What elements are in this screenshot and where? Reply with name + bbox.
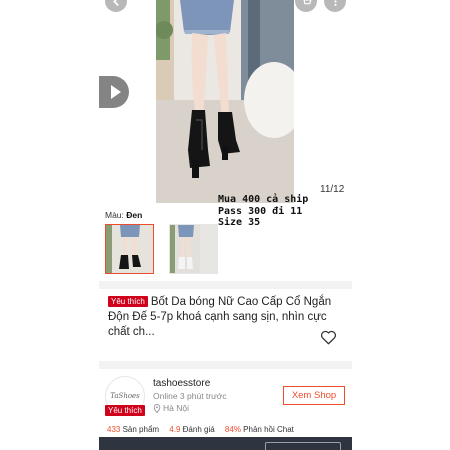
product-title: Yêu thích Bốt Da bóng Nữ Cao Cấp Cổ Ngắn … [108,295,348,340]
more-icon [333,0,337,6]
shop-avatar-logo: TaShoes [110,392,140,400]
shop-location-text: Hà Nội [163,403,189,413]
stat-label: Đánh giá [182,425,215,434]
stat-rating: 4.9 Đánh giá [169,425,214,434]
shop-online-status: Online 3 phút trước [153,391,227,401]
product-photo-illustration [156,0,294,203]
cart-icon [303,0,311,4]
stat-chat-response: 84% Phản hồi Chat [225,425,294,434]
stat-label: Phản hồi Chat [243,425,294,434]
section-divider [99,281,352,289]
shop-name[interactable]: tashoesstore [153,378,210,389]
favorite-shop-badge: Yêu thích [108,296,148,307]
thumbnail-1-image [106,225,153,273]
color-value: Đen [126,210,143,220]
heart-outline-icon[interactable] [320,330,337,345]
stat-value: 4.9 [169,425,181,434]
product-page: 11/12 Mua 400 cả ship Pass 300 đi 11 Siz… [99,0,352,450]
bottom-action-button[interactable] [265,442,341,450]
cart-button[interactable] [295,0,317,12]
view-shop-button[interactable]: Xem Shop [283,386,345,405]
image-overlay-note: Mua 400 cả ship Pass 300 đi 11 Size 35 [218,194,309,228]
thumbnail-2[interactable] [169,224,218,274]
bottom-action-bar [99,437,352,450]
stat-label: Sản phẩm [122,425,160,434]
play-video-button[interactable] [99,76,129,108]
stat-products: 433 Sản phẩm [107,425,159,434]
location-pin-icon [153,403,161,413]
shop-stats: 433 Sản phẩm 4.9 Đánh giá 84% Phản hồi C… [107,425,302,434]
thumbnail-1[interactable] [105,224,154,274]
section-divider [99,361,352,369]
image-counter: 11/12 [320,184,345,195]
shop-location: Hà Nội [153,403,189,413]
color-label-text: Màu: [105,210,124,220]
more-button[interactable] [324,0,346,12]
shop-favorite-badge: Yêu thích [105,405,145,416]
thumbnail-2-image [170,225,200,273]
chevron-left-icon [112,0,119,6]
stat-value: 433 [107,425,121,434]
product-image[interactable] [156,0,294,203]
color-label: Màu: Đen [105,210,142,220]
stat-value: 84% [224,425,241,434]
back-button[interactable] [105,0,127,12]
